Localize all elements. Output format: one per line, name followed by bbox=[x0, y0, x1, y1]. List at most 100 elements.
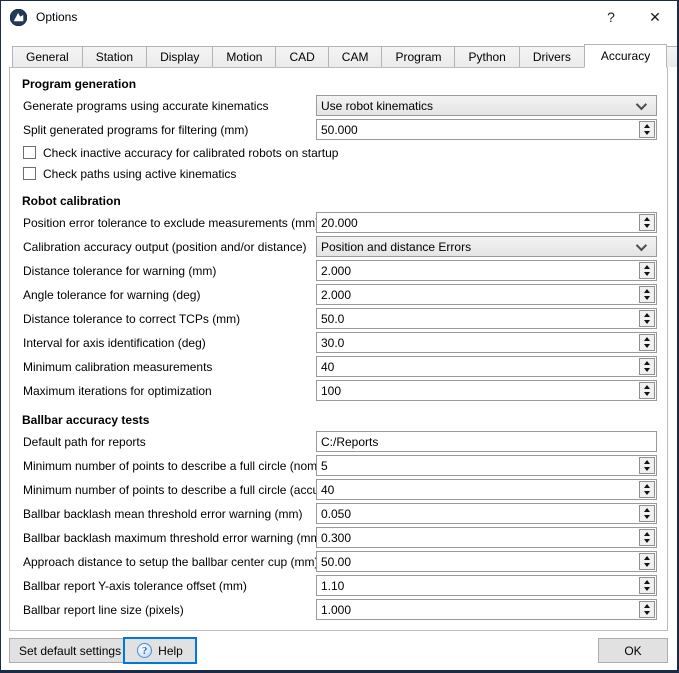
field-label: Minimum number of points to describe a f… bbox=[23, 483, 344, 497]
spinner-buttons bbox=[639, 505, 655, 522]
spinbox-value[interactable]: 1.000 bbox=[317, 600, 639, 619]
spinbox-value[interactable]: 5 bbox=[317, 456, 639, 475]
form-row: Angle tolerance for warning (deg) 2.000 bbox=[10, 283, 667, 307]
spinbox-min-calibration-measurements[interactable]: 40 bbox=[316, 356, 657, 377]
spinbox-value[interactable]: 50.000 bbox=[317, 120, 639, 139]
form-row: Ballbar backlash mean threshold error wa… bbox=[10, 502, 667, 526]
input-value[interactable]: C:/Reports bbox=[317, 432, 656, 451]
spin-up-button[interactable] bbox=[640, 383, 654, 391]
spin-down-button[interactable] bbox=[640, 367, 654, 375]
spin-up-button[interactable] bbox=[640, 311, 654, 319]
spin-down-button[interactable] bbox=[640, 562, 654, 570]
spinbox-angle-tolerance-warning[interactable]: 2.000 bbox=[316, 284, 657, 305]
spin-up-button[interactable] bbox=[640, 359, 654, 367]
arrow-up-icon bbox=[644, 313, 650, 317]
spin-down-button[interactable] bbox=[640, 586, 654, 594]
window-close-button[interactable]: ✕ bbox=[633, 1, 677, 33]
spinbox-min-points-nominal[interactable]: 5 bbox=[316, 455, 657, 476]
spin-down-button[interactable] bbox=[640, 295, 654, 303]
spinbox-value[interactable]: 30.0 bbox=[317, 333, 639, 352]
tab-accuracy[interactable]: Accuracy bbox=[584, 44, 667, 68]
spinbox-max-iterations-optimization[interactable]: 100 bbox=[316, 380, 657, 401]
spin-up-button[interactable] bbox=[640, 215, 654, 223]
accuracy-tab-page: Program generation Generate programs usi… bbox=[9, 67, 668, 631]
tab-general[interactable]: General bbox=[12, 46, 83, 67]
tab-motion[interactable]: Motion bbox=[213, 46, 276, 67]
set-default-settings-button[interactable]: Set default settings bbox=[9, 638, 131, 663]
spin-up-button[interactable] bbox=[640, 335, 654, 343]
spinbox-value[interactable]: 50.0 bbox=[317, 309, 639, 328]
spin-up-button[interactable] bbox=[640, 482, 654, 490]
spin-down-button[interactable] bbox=[640, 319, 654, 327]
input-default-report-path[interactable]: C:/Reports bbox=[316, 431, 657, 452]
section-heading-program-generation: Program generation bbox=[22, 77, 667, 91]
spin-up-button[interactable] bbox=[640, 578, 654, 586]
spin-down-button[interactable] bbox=[640, 343, 654, 351]
spin-up-button[interactable] bbox=[640, 506, 654, 514]
spin-down-button[interactable] bbox=[640, 514, 654, 522]
arrow-down-icon bbox=[644, 539, 650, 543]
spinner-buttons bbox=[639, 214, 655, 231]
spin-down-button[interactable] bbox=[640, 223, 654, 231]
spinbox-value[interactable]: 0.050 bbox=[317, 504, 639, 523]
tab-python[interactable]: Python bbox=[455, 46, 519, 67]
form-row: Default path for reports C:/Reports bbox=[10, 430, 667, 454]
spinbox-yaxis-tolerance-offset[interactable]: 1.10 bbox=[316, 575, 657, 596]
arrow-down-icon bbox=[644, 467, 650, 471]
dropdown-accurate-kinematics[interactable]: Use robot kinematics bbox=[316, 95, 657, 116]
spin-up-button[interactable] bbox=[640, 530, 654, 538]
field-label: Minimum calibration measurements bbox=[23, 360, 212, 374]
arrow-down-icon bbox=[644, 563, 650, 567]
spinbox-value[interactable]: 50.00 bbox=[317, 552, 639, 571]
help-button[interactable]: ? Help bbox=[123, 637, 197, 664]
spinbox-approach-distance-center-cup[interactable]: 50.00 bbox=[316, 551, 657, 572]
tab-cad[interactable]: CAD bbox=[276, 46, 328, 67]
tab-program[interactable]: Program bbox=[382, 46, 455, 67]
dropdown-calibration-accuracy-output[interactable]: Position and distance Errors bbox=[316, 236, 657, 257]
field-label: Ballbar backlash maximum threshold error… bbox=[23, 531, 324, 545]
tab-station[interactable]: Station bbox=[83, 46, 147, 67]
spinbox-value[interactable]: 20.000 bbox=[317, 213, 639, 232]
spin-down-button[interactable] bbox=[640, 490, 654, 498]
spin-down-button[interactable] bbox=[640, 466, 654, 474]
spin-down-button[interactable] bbox=[640, 391, 654, 399]
spinbox-distance-tolerance-warning[interactable]: 2.000 bbox=[316, 260, 657, 281]
checkbox-check-paths-active-kinematics[interactable] bbox=[23, 167, 36, 180]
spinbox-distance-tolerance-tcp[interactable]: 50.0 bbox=[316, 308, 657, 329]
tab-cam[interactable]: CAM bbox=[329, 46, 383, 67]
tab-drivers[interactable]: Drivers bbox=[520, 46, 585, 67]
spin-down-button[interactable] bbox=[640, 271, 654, 279]
tab-other[interactable]: Other bbox=[666, 46, 679, 67]
arrow-down-icon bbox=[644, 368, 650, 372]
spinbox-value[interactable]: 1.10 bbox=[317, 576, 639, 595]
spinbox-position-error-tolerance[interactable]: 20.000 bbox=[316, 212, 657, 233]
spin-up-button[interactable] bbox=[640, 263, 654, 271]
ok-button[interactable]: OK bbox=[598, 638, 668, 663]
spin-down-button[interactable] bbox=[640, 538, 654, 546]
spinbox-value[interactable]: 40 bbox=[317, 357, 639, 376]
spinbox-backlash-max-threshold[interactable]: 0.300 bbox=[316, 527, 657, 548]
spin-up-button[interactable] bbox=[640, 458, 654, 466]
window-help-button[interactable]: ? bbox=[589, 1, 633, 33]
spinbox-report-line-size[interactable]: 1.000 bbox=[316, 599, 657, 620]
spinbox-backlash-mean-threshold[interactable]: 0.050 bbox=[316, 503, 657, 524]
spin-up-button[interactable] bbox=[640, 122, 654, 130]
checkbox-check-inactive-accuracy[interactable] bbox=[23, 146, 36, 159]
spinbox-value[interactable]: 40 bbox=[317, 480, 639, 499]
spin-down-button[interactable] bbox=[640, 610, 654, 618]
spin-up-button[interactable] bbox=[640, 602, 654, 610]
spin-up-button[interactable] bbox=[640, 554, 654, 562]
spin-up-button[interactable] bbox=[640, 287, 654, 295]
arrow-down-icon bbox=[644, 320, 650, 324]
spinbox-min-points-accurate[interactable]: 40 bbox=[316, 479, 657, 500]
spinbox-value[interactable]: 2.000 bbox=[317, 261, 639, 280]
spinbox-interval-axis-identification[interactable]: 30.0 bbox=[316, 332, 657, 353]
spinbox-value[interactable]: 2.000 bbox=[317, 285, 639, 304]
spinbox-value[interactable]: 0.300 bbox=[317, 528, 639, 547]
tab-display[interactable]: Display bbox=[147, 46, 213, 67]
spin-down-button[interactable] bbox=[640, 130, 654, 138]
chevron-down-icon bbox=[636, 98, 647, 109]
field-label: Angle tolerance for warning (deg) bbox=[23, 288, 200, 302]
spinbox-split-filtering[interactable]: 50.000 bbox=[316, 119, 657, 140]
spinbox-value[interactable]: 100 bbox=[317, 381, 639, 400]
